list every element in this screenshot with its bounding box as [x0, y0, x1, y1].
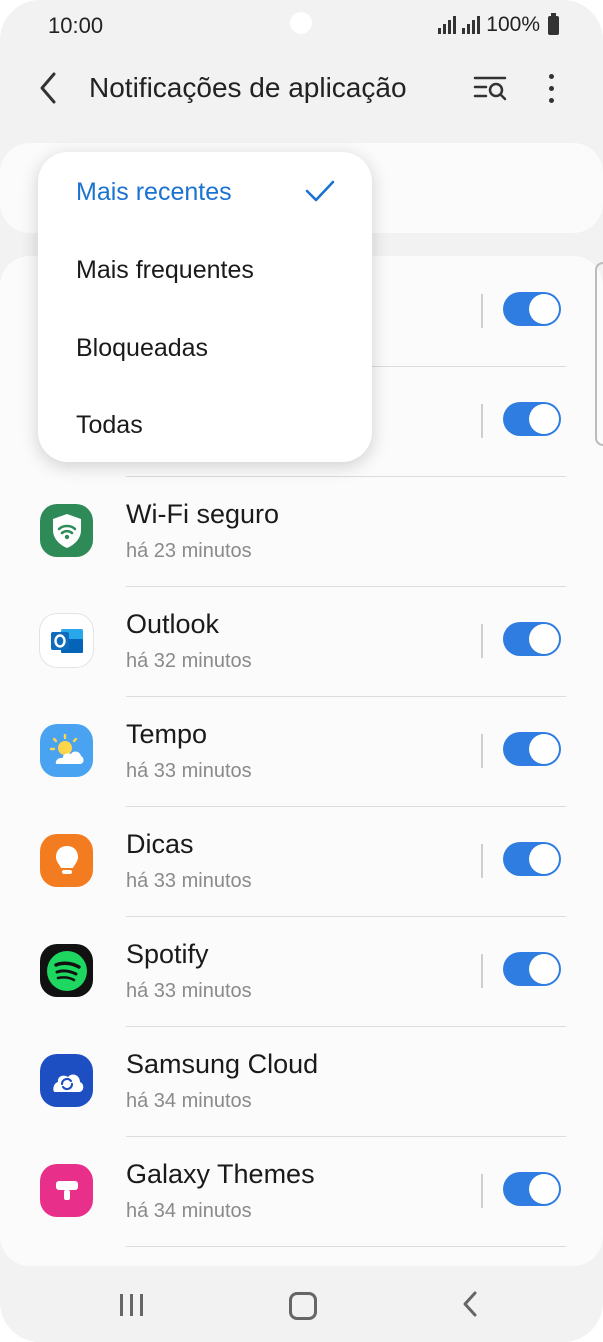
recent-apps-icon[interactable] — [120, 1294, 143, 1316]
system-nav-bar — [0, 1266, 603, 1342]
app-bar: Notificações de aplicação — [0, 52, 603, 128]
list-item-wifi-seguro[interactable]: Wi-Fi seguro há 23 minutos — [0, 476, 603, 586]
app-name: Dicas — [126, 829, 194, 859]
app-name: Samsung Cloud — [126, 1049, 319, 1079]
lightbulb-icon — [40, 834, 93, 887]
home-icon[interactable] — [289, 1292, 317, 1320]
separator — [126, 1026, 566, 1027]
notification-toggle[interactable] — [503, 622, 561, 656]
app-time: há 33 minutos — [126, 980, 252, 1002]
sort-option-mais-recentes[interactable]: Mais recentes — [76, 178, 232, 207]
front-camera — [290, 12, 312, 34]
row-divider — [481, 734, 483, 768]
outlook-icon — [40, 614, 93, 667]
notification-toggle[interactable] — [503, 1172, 561, 1206]
nav-back-icon[interactable] — [460, 1290, 480, 1318]
signal-icon — [462, 16, 481, 34]
separator — [126, 476, 566, 477]
more-options-icon[interactable] — [538, 70, 564, 106]
list-item-outlook[interactable]: Outlook há 32 minutos — [0, 586, 603, 696]
app-name: Outlook — [126, 609, 220, 639]
spotify-icon — [40, 944, 93, 997]
scrollbar[interactable] — [595, 262, 603, 446]
notification-toggle[interactable] — [503, 402, 561, 436]
checkmark-icon — [305, 180, 335, 202]
app-time: há 34 minutos — [126, 1090, 252, 1112]
row-divider — [481, 954, 483, 988]
app-name: Galaxy Themes — [126, 1159, 315, 1189]
row-divider — [481, 1174, 483, 1208]
signal-icon — [438, 16, 457, 34]
battery-icon — [548, 12, 559, 35]
list-item-dicas[interactable]: Dicas há 33 minutos — [0, 806, 603, 916]
status-time: 10:00 — [48, 13, 104, 38]
separator — [126, 696, 566, 697]
cloud-icon — [40, 1054, 93, 1107]
row-divider — [481, 404, 483, 438]
list-item-galaxy-themes[interactable]: Galaxy Themes há 34 minutos — [0, 1136, 603, 1246]
shield-wifi-icon — [40, 504, 93, 557]
app-name: Tempo — [126, 719, 208, 749]
weather-icon — [40, 724, 93, 777]
list-item-samsung-cloud[interactable]: Samsung Cloud há 34 minutos — [0, 1026, 603, 1136]
app-time: há 32 minutos — [126, 650, 252, 672]
row-divider — [481, 294, 483, 328]
row-divider — [481, 624, 483, 658]
sort-option-mais-frequentes[interactable]: Mais frequentes — [76, 256, 254, 285]
themes-icon — [40, 1164, 93, 1217]
sort-dropdown-menu: Mais recentes Mais frequentes Bloqueadas… — [38, 152, 372, 462]
page-title: Notificações de aplicação — [89, 72, 407, 103]
separator — [126, 806, 566, 807]
status-bar: 10:00 100% — [0, 0, 603, 52]
row-divider — [481, 844, 483, 878]
app-time: há 23 minutos — [126, 540, 252, 562]
notification-toggle[interactable] — [503, 292, 561, 326]
battery-percent: 100% — [486, 13, 540, 36]
back-arrow-icon[interactable] — [34, 68, 66, 108]
app-name: Wi-Fi seguro — [126, 499, 280, 529]
status-indicators: 100% — [438, 12, 559, 37]
notification-toggle[interactable] — [503, 732, 561, 766]
app-time: há 34 minutos — [126, 1200, 252, 1222]
app-name: Spotify — [126, 939, 209, 969]
list-item-spotify[interactable]: Spotify há 33 minutos — [0, 916, 603, 1026]
separator — [126, 1136, 566, 1137]
sort-option-todas[interactable]: Todas — [76, 411, 143, 440]
separator — [126, 916, 566, 917]
notification-toggle[interactable] — [503, 952, 561, 986]
notification-toggle[interactable] — [503, 842, 561, 876]
separator — [126, 586, 566, 587]
sort-option-bloqueadas[interactable]: Bloqueadas — [76, 334, 208, 363]
phone-screen: 10:00 100% Notificações de aplicação Wi-… — [0, 0, 603, 1342]
list-item-tempo[interactable]: Tempo há 33 minutos — [0, 696, 603, 806]
list-end — [0, 1246, 603, 1266]
separator — [126, 1246, 566, 1247]
filter-search-icon[interactable] — [472, 70, 510, 106]
app-time: há 33 minutos — [126, 760, 252, 782]
app-time: há 33 minutos — [126, 870, 252, 892]
